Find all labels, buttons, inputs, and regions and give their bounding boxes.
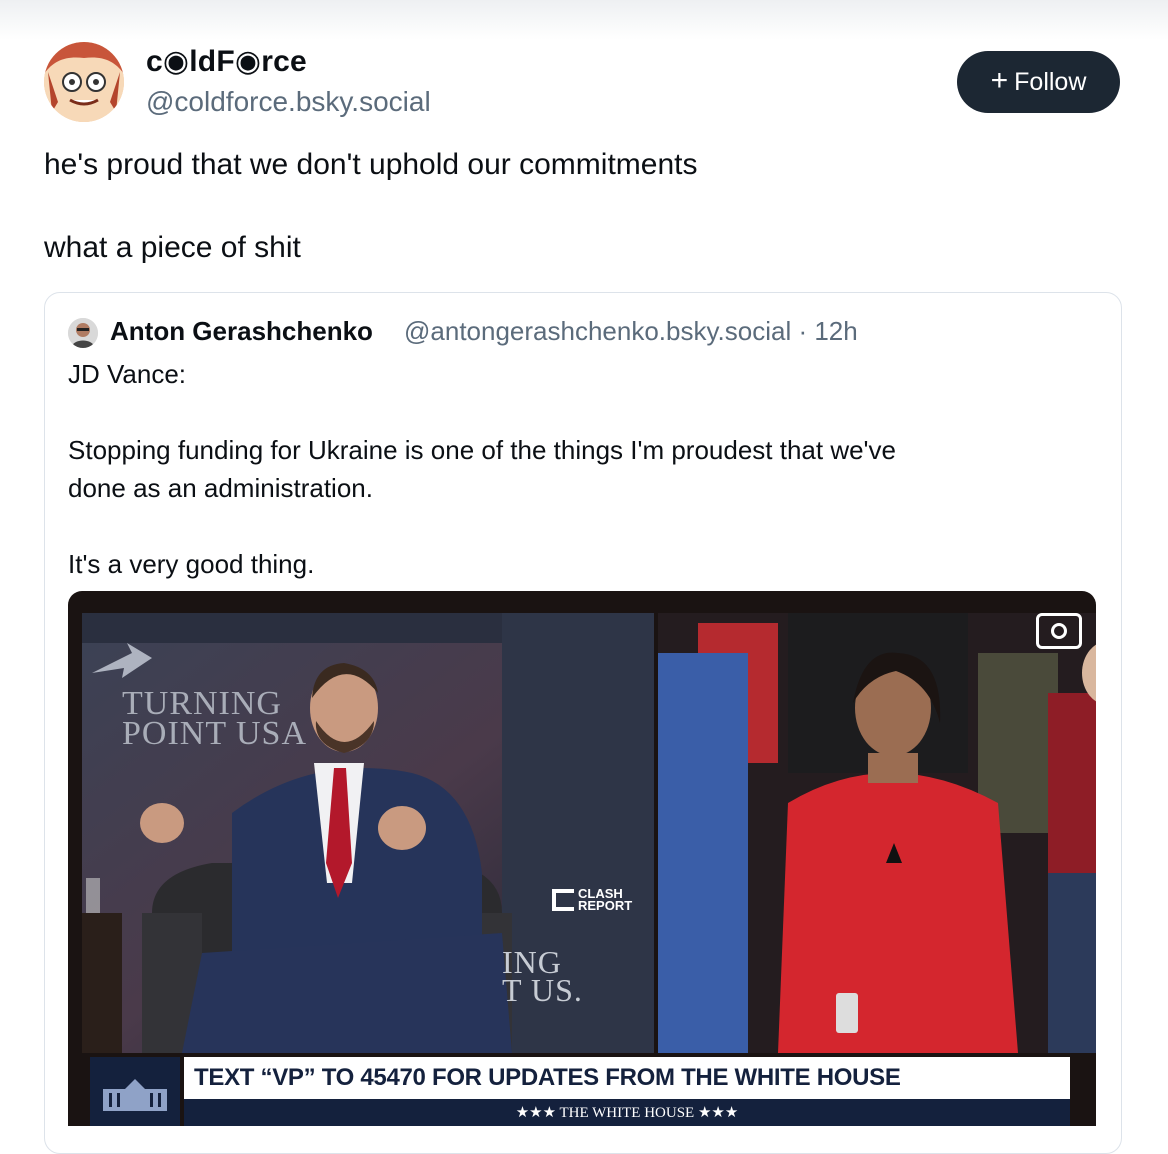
- left-video-frame: TURNING POINT USA ING T US. CLASH REPORT: [82, 613, 654, 1053]
- chyron-subline: ★★★ THE WHITE HOUSE ★★★: [184, 1099, 1070, 1126]
- news-chyron: TEXT “VP” TO 45470 FOR UPDATES FROM THE …: [68, 1057, 1096, 1126]
- follow-label: Follow: [1014, 67, 1087, 96]
- plus-icon: +: [990, 64, 1009, 97]
- right-video-frame: [658, 613, 1096, 1053]
- quote-text-line-3: done as an administration.: [68, 473, 373, 503]
- author-avatar[interactable]: [44, 42, 124, 122]
- quote-author-handle-time[interactable]: @antongerashchenko.bsky.social · 12h: [404, 316, 858, 347]
- video-thumbnail[interactable]: TURNING POINT USA ING T US. CLASH REPORT: [68, 591, 1096, 1126]
- quote-text-line-2: Stopping funding for Ukraine is one of t…: [68, 435, 896, 465]
- post-text-line-2: what a piece of shit: [44, 231, 301, 264]
- clash-report-watermark: CLASH REPORT: [552, 887, 632, 912]
- clash-report-logo-icon: [552, 889, 574, 911]
- quote-text-line-1: JD Vance:: [68, 359, 187, 389]
- chyron-headline: TEXT “VP” TO 45470 FOR UPDATES FROM THE …: [184, 1057, 1070, 1099]
- author-handle[interactable]: @coldforce.bsky.social: [146, 86, 431, 118]
- follow-button[interactable]: + Follow: [957, 51, 1120, 113]
- white-house-icon: [90, 1057, 180, 1126]
- turning-point-backdrop: TURNING POINT USA: [122, 685, 308, 752]
- quote-author-avatar[interactable]: [68, 318, 98, 348]
- top-fade: [0, 0, 1168, 40]
- quote-avatar-illustration: [68, 318, 98, 348]
- post-text-line-1: he's proud that we don't uphold our comm…: [44, 148, 698, 181]
- avatar-illustration: [44, 42, 124, 122]
- white-house-building: [103, 1078, 167, 1111]
- backdrop-fragment: ING T US.: [502, 944, 583, 1008]
- camera-icon[interactable]: [1036, 613, 1082, 649]
- author-display-name[interactable]: c◉ldF◉rce: [146, 44, 307, 79]
- audience-scene: [658, 613, 1096, 1053]
- quote-author-name[interactable]: Anton Gerashchenko: [110, 316, 373, 347]
- quote-text-line-4: It's a very good thing.: [68, 549, 315, 579]
